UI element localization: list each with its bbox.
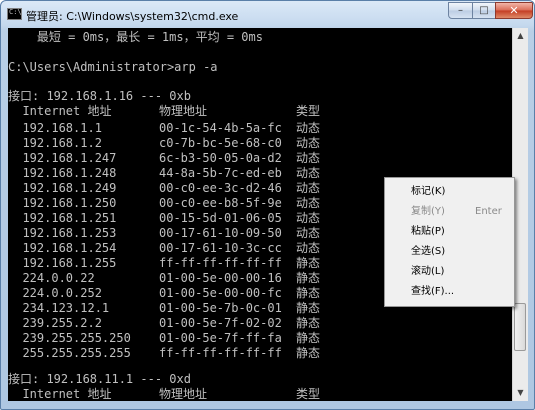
- menu-item-shortcut: Enter: [475, 206, 502, 217]
- entry-mac: 01-00-5e-00-00-16: [159, 271, 282, 285]
- entry-ip: 192.168.1.247: [8, 151, 117, 165]
- arp-table-header-2: Internet 地址 物理地址 类型: [8, 387, 512, 401]
- entry-ip: 192.168.1.249: [8, 181, 117, 195]
- entry-mac: c0-7b-bc-5e-68-c0: [159, 136, 282, 150]
- header-physical-2: 物理地址: [159, 387, 208, 401]
- cmd-window: C:\ 管理员: C:\Windows\system32\cmd.exe – □…: [0, 0, 535, 410]
- entry-ip: 234.123.12.1: [8, 301, 110, 315]
- scroll-up-icon[interactable]: ▲: [513, 28, 528, 44]
- entry-ip: 192.168.1.1: [8, 121, 102, 135]
- entry-type: 静态: [296, 286, 321, 300]
- arp-entry-row: 192.168.1.1 00-1c-54-4b-5a-fc 动态: [8, 121, 512, 136]
- entry-type: 动态: [296, 211, 321, 225]
- maximize-button[interactable]: □: [472, 2, 496, 19]
- menu-item-select-all[interactable]: 全选(S): [385, 242, 514, 262]
- entry-ip: 239.255.255.250: [8, 331, 131, 345]
- close-icon: ✕: [509, 4, 519, 17]
- entry-mac: 01-00-5e-7f-ff-fa: [159, 331, 282, 345]
- interface-header-2: 接口: 192.168.11.1 --- 0xd: [8, 372, 191, 386]
- entry-type: 动态: [296, 226, 321, 240]
- command-prompt-line: C:\Users\Administrator>arp -a: [8, 60, 218, 74]
- entry-ip: 192.168.1.255: [8, 256, 117, 270]
- entry-type: 静态: [296, 331, 321, 345]
- arp-table-header: Internet 地址 物理地址 类型: [8, 104, 512, 119]
- entry-ip: 192.168.1.2: [8, 136, 102, 150]
- header-type-2: 类型: [296, 387, 321, 401]
- menu-item-label: 标记(K): [411, 186, 446, 197]
- menu-item-label: 复制(Y): [411, 206, 445, 217]
- menu-item-label: 滚动(L): [411, 266, 445, 277]
- header-address: Internet 地址: [8, 104, 112, 118]
- entry-type: 动态: [296, 241, 321, 255]
- entry-ip: 224.0.0.252: [8, 286, 102, 300]
- entry-type: 动态: [296, 121, 321, 135]
- entry-ip: 192.168.1.251: [8, 211, 117, 225]
- interface-header: 接口: 192.168.1.16 --- 0xb: [8, 89, 191, 103]
- entry-type: 静态: [296, 256, 321, 270]
- entry-type: 静态: [296, 301, 321, 315]
- arp-entry-row: 239.255.255.250 01-00-5e-7f-ff-fa 静态: [8, 331, 512, 346]
- minimize-icon: –: [458, 5, 463, 16]
- entry-type: 静态: [296, 316, 321, 330]
- entry-mac: ff-ff-ff-ff-ff-ff: [159, 346, 282, 360]
- arp-entry-row: 192.168.1.247 6c-b3-50-05-0a-d2 动态: [8, 151, 512, 166]
- app-icon-text: C:\: [9, 8, 22, 16]
- maximize-icon: □: [479, 5, 489, 16]
- menu-item-paste[interactable]: 粘贴(P): [385, 222, 514, 242]
- entry-mac: 00-17-61-10-3c-cc: [159, 241, 282, 255]
- entry-mac: 6c-b3-50-05-0a-d2: [159, 151, 282, 165]
- scrollbar-thumb[interactable]: [514, 303, 526, 351]
- entry-type: 动态: [296, 196, 321, 210]
- entry-mac: 01-00-5e-7b-0c-01: [159, 301, 282, 315]
- scroll-down-icon[interactable]: ▼: [513, 385, 528, 401]
- menu-item-label: 查找(F)...: [411, 286, 455, 297]
- entry-mac: 00-17-61-10-09-50: [159, 226, 282, 240]
- entry-type: 动态: [296, 136, 321, 150]
- entry-type: 动态: [296, 151, 321, 165]
- header-type: 类型: [296, 104, 321, 118]
- menu-item-mark[interactable]: 标记(K): [385, 182, 514, 202]
- entry-mac: 01-00-5e-00-00-fc: [159, 286, 282, 300]
- entry-mac: 00-c0-ee-b8-5f-9e: [159, 196, 282, 210]
- entry-type: 静态: [296, 346, 321, 360]
- entry-mac: 00-c0-ee-3c-d2-46: [159, 181, 282, 195]
- entry-ip: 255.255.255.255: [8, 346, 131, 360]
- header-address-2: Internet 地址: [8, 387, 112, 401]
- menu-item-label: 粘贴(P): [411, 226, 445, 237]
- entry-mac: 00-1c-54-4b-5a-fc: [159, 121, 282, 135]
- menu-item-find[interactable]: 查找(F)...: [385, 282, 514, 302]
- arp-entry-row: 192.168.1.2 c0-7b-bc-5e-68-c0 动态: [8, 136, 512, 151]
- menu-item-label: 全选(S): [411, 246, 446, 257]
- entry-mac: 00-15-5d-01-06-05: [159, 211, 282, 225]
- close-button[interactable]: ✕: [495, 2, 533, 19]
- menu-item-copy[interactable]: 复制(Y) Enter: [385, 202, 514, 222]
- arp-entry-row: 239.255.2.2 01-00-5e-7f-02-02 静态: [8, 316, 512, 331]
- arp-entry-row: 255.255.255.255 ff-ff-ff-ff-ff-ff 静态: [8, 346, 512, 361]
- context-menu: 标记(K) 复制(Y) Enter 粘贴(P) 全选(S) 滚动(L) 查找(F)…: [384, 177, 515, 307]
- entry-ip: 239.255.2.2: [8, 316, 102, 330]
- entry-type: 动态: [296, 181, 321, 195]
- window-title: 管理员: C:\Windows\system32\cmd.exe: [26, 10, 239, 23]
- entry-mac: ff-ff-ff-ff-ff-ff: [159, 256, 282, 270]
- entry-ip: 192.168.1.254: [8, 241, 117, 255]
- entry-mac: 44-8a-5b-7c-ed-eb: [159, 166, 282, 180]
- header-physical: 物理地址: [159, 104, 208, 118]
- title-bar[interactable]: C:\ 管理员: C:\Windows\system32\cmd.exe – □…: [1, 1, 534, 28]
- entry-type: 静态: [296, 271, 321, 285]
- ping-stats-line: 最短 = 0ms，最长 = 1ms，平均 = 0ms: [8, 30, 263, 44]
- entry-mac: 01-00-5e-7f-02-02: [159, 316, 282, 330]
- menu-item-scroll[interactable]: 滚动(L): [385, 262, 514, 282]
- entry-ip: 192.168.1.253: [8, 226, 117, 240]
- cmd-app-icon[interactable]: C:\: [7, 8, 22, 20]
- minimize-button[interactable]: –: [448, 2, 473, 19]
- entry-ip: 224.0.0.22: [8, 271, 95, 285]
- entry-type: 动态: [296, 166, 321, 180]
- entry-ip: 192.168.1.250: [8, 196, 117, 210]
- entry-ip: 192.168.1.248: [8, 166, 117, 180]
